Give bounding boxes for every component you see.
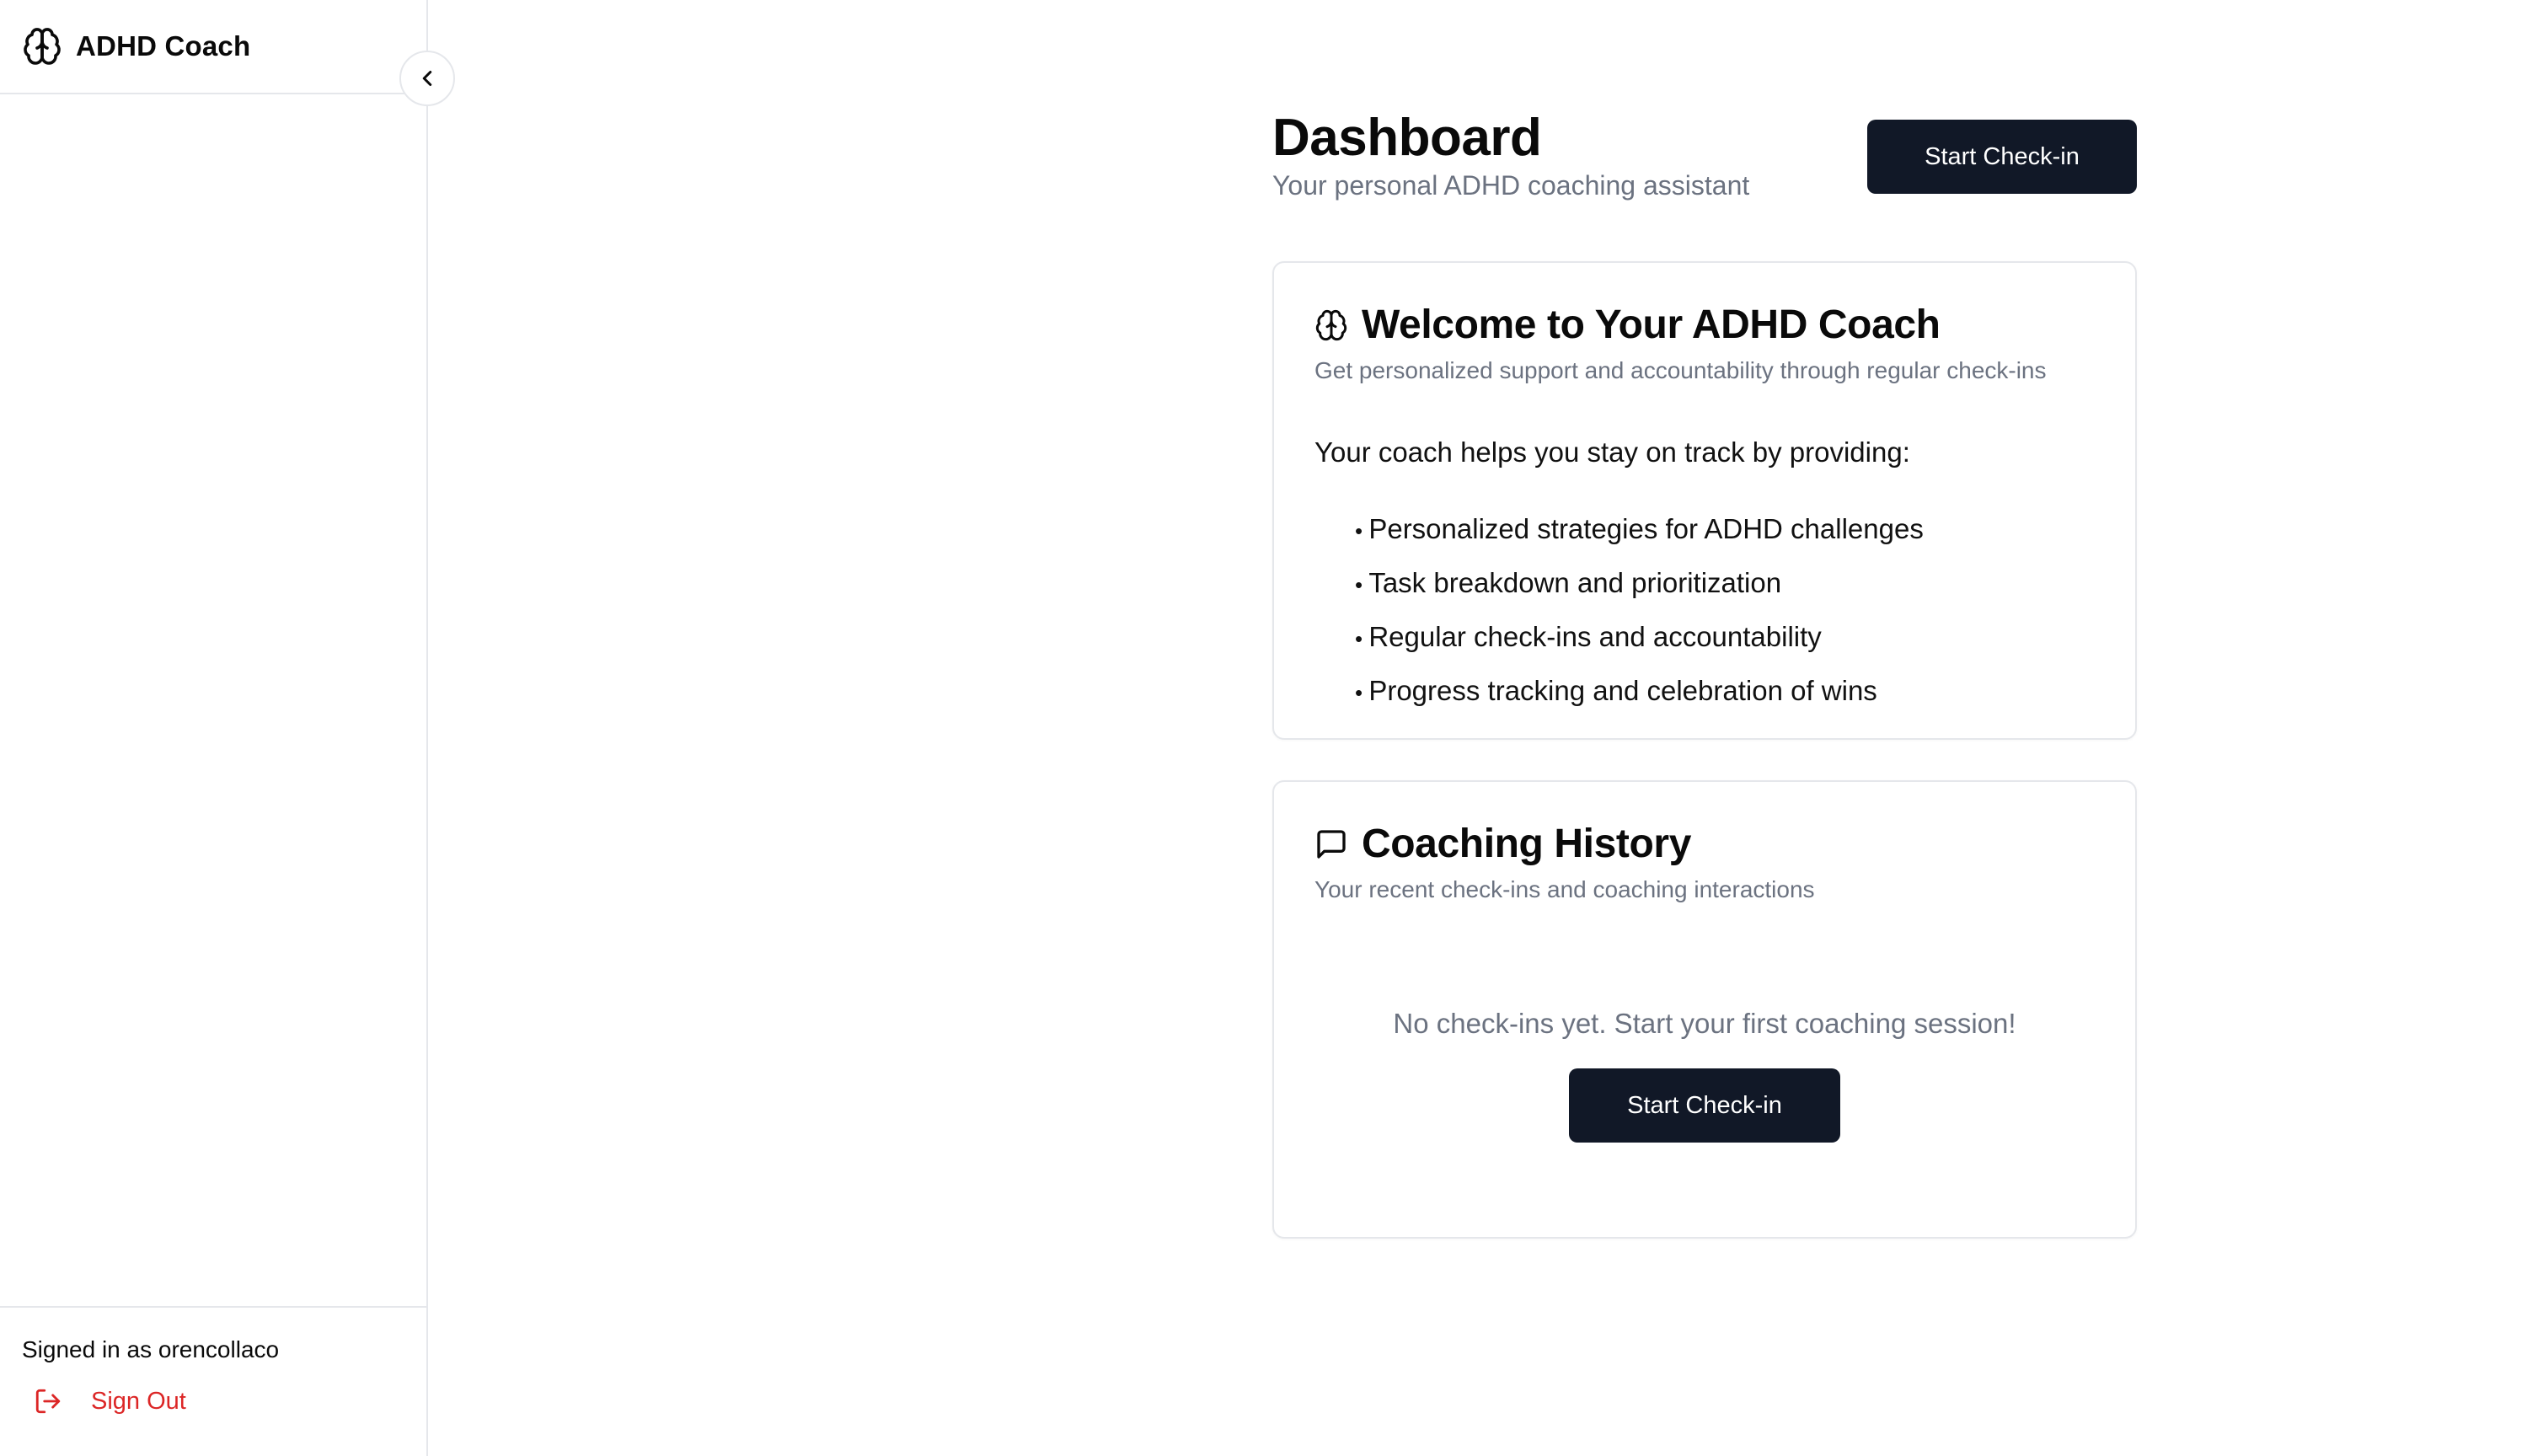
sidebar: ADHD Coach Signed in as orencollaco Sign… xyxy=(0,0,428,1456)
list-item: Progress tracking and celebration of win… xyxy=(1355,664,1924,718)
welcome-card-title: Welcome to Your ADHD Coach xyxy=(1362,302,1941,347)
coaching-history-card: Coaching History Your recent check-ins a… xyxy=(1272,780,2137,1239)
log-out-icon xyxy=(35,1389,61,1414)
sign-out-button[interactable]: Sign Out xyxy=(34,1387,404,1416)
list-item: Task breakdown and prioritization xyxy=(1355,556,1924,610)
sidebar-header: ADHD Coach xyxy=(0,0,426,94)
sign-out-label: Sign Out xyxy=(91,1387,186,1415)
brain-icon xyxy=(24,28,61,65)
start-checkin-button[interactable]: Start Check-in xyxy=(1867,120,2137,194)
start-checkin-button-empty-state[interactable]: Start Check-in xyxy=(1569,1068,1840,1143)
collapse-sidebar-button[interactable] xyxy=(399,51,455,106)
welcome-card: Welcome to Your ADHD Coach Get personali… xyxy=(1272,261,2137,740)
message-square-icon xyxy=(1317,829,1346,859)
welcome-card-intro: Your coach helps you stay on track by pr… xyxy=(1314,436,1910,468)
list-item: Regular check-ins and accountability xyxy=(1355,610,1924,664)
history-card-description: Your recent check-ins and coaching inter… xyxy=(1314,876,1815,902)
empty-state-message: No check-ins yet. Start your first coach… xyxy=(1393,1008,2016,1039)
welcome-card-header: Welcome to Your ADHD Coach xyxy=(1314,302,1941,348)
sidebar-footer: Signed in as orencollaco Sign Out xyxy=(0,1306,426,1456)
history-card-title: Coaching History xyxy=(1362,822,1691,866)
brain-icon xyxy=(1315,309,1347,340)
page-header: Dashboard Your personal ADHD coaching as… xyxy=(1272,108,2137,217)
signed-in-text: Signed in as orencollaco xyxy=(22,1336,280,1362)
feature-list: Personalized strategies for ADHD challen… xyxy=(1355,502,1924,718)
app-root: ADHD Coach Signed in as orencollaco Sign… xyxy=(0,0,2543,1456)
main-content: Dashboard Your personal ADHD coaching as… xyxy=(430,0,2543,1456)
chevron-left-icon xyxy=(422,71,432,86)
welcome-card-description: Get personalized support and accountabil… xyxy=(1314,357,2047,383)
history-card-header: Coaching History xyxy=(1314,821,1691,867)
list-item: Personalized strategies for ADHD challen… xyxy=(1355,502,1924,556)
app-title: ADHD Coach xyxy=(76,30,251,62)
